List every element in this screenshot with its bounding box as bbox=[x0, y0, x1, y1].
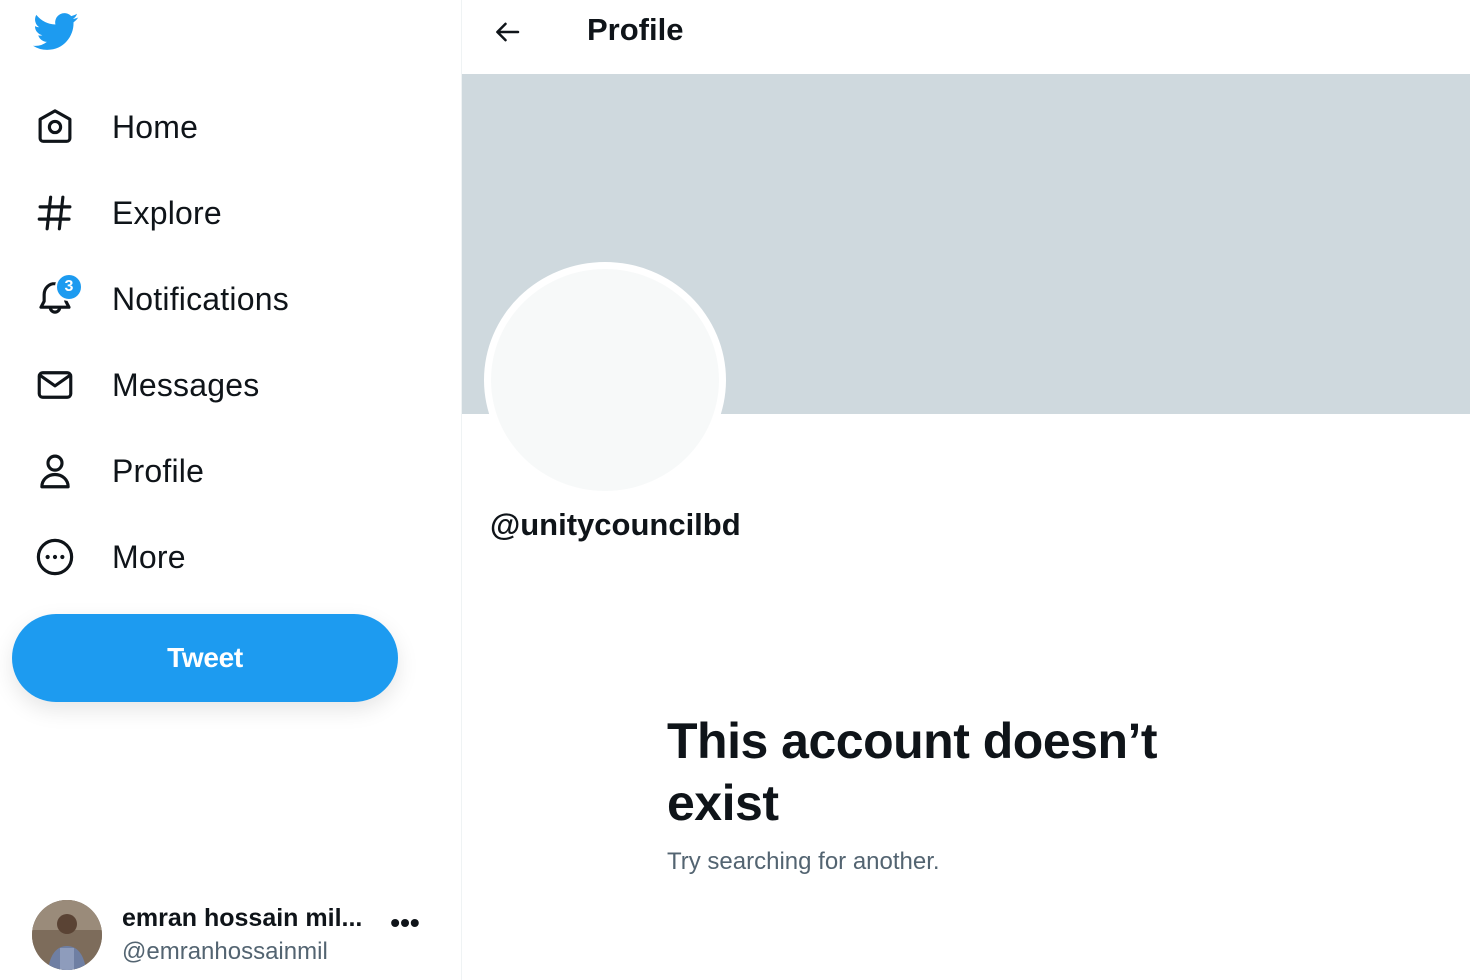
more-horizontal-icon[interactable]: ••• bbox=[388, 909, 422, 942]
home-icon bbox=[32, 104, 78, 150]
tweet-button[interactable]: Tweet bbox=[12, 614, 398, 702]
more-circle-icon bbox=[32, 534, 78, 580]
sidebar-item-label: Messages bbox=[112, 366, 260, 403]
sidebar-item-label: Profile bbox=[112, 452, 205, 489]
twitter-bird-icon[interactable] bbox=[30, 8, 82, 54]
sidebar-item-home[interactable]: Home bbox=[0, 84, 420, 170]
sidebar-item-notifications[interactable]: 3 Notifications bbox=[0, 256, 420, 342]
profile-avatar bbox=[484, 262, 726, 498]
person-icon bbox=[32, 448, 78, 494]
account-switcher[interactable]: emran hossain mil... @emranhossainmil ••… bbox=[0, 890, 440, 976]
avatar bbox=[32, 900, 102, 970]
sidebar: Home Explore 3 Notifications Messages Pr… bbox=[0, 0, 462, 980]
sidebar-item-explore[interactable]: Explore bbox=[0, 170, 420, 256]
sidebar-item-label: More bbox=[112, 538, 186, 575]
notification-badge: 3 bbox=[55, 273, 83, 301]
sidebar-item-label: Home bbox=[112, 108, 199, 145]
sidebar-item-label: Notifications bbox=[112, 280, 289, 317]
empty-state-title: This account doesn’t exist bbox=[667, 713, 1158, 831]
nav-menu: Home Explore 3 Notifications Messages Pr… bbox=[0, 84, 420, 600]
account-name: emran hossain mil... bbox=[122, 904, 363, 932]
hashtag-icon bbox=[32, 190, 78, 236]
empty-state-subtitle: Try searching for another. bbox=[667, 848, 940, 875]
sidebar-item-label: Explore bbox=[112, 194, 222, 231]
sidebar-item-messages[interactable]: Messages bbox=[0, 342, 420, 428]
page-title: Profile bbox=[587, 12, 684, 47]
page-header: Profile bbox=[462, 0, 1470, 74]
profile-handle: @unitycouncilbd bbox=[490, 507, 741, 542]
sidebar-item-more[interactable]: More bbox=[0, 514, 420, 600]
account-handle: @emranhossainmil bbox=[122, 938, 328, 965]
envelope-icon bbox=[32, 362, 78, 408]
back-arrow-icon[interactable] bbox=[490, 14, 526, 50]
main-column: Profile @unitycouncilbd This account doe… bbox=[462, 0, 1470, 980]
sidebar-item-profile[interactable]: Profile bbox=[0, 428, 420, 514]
